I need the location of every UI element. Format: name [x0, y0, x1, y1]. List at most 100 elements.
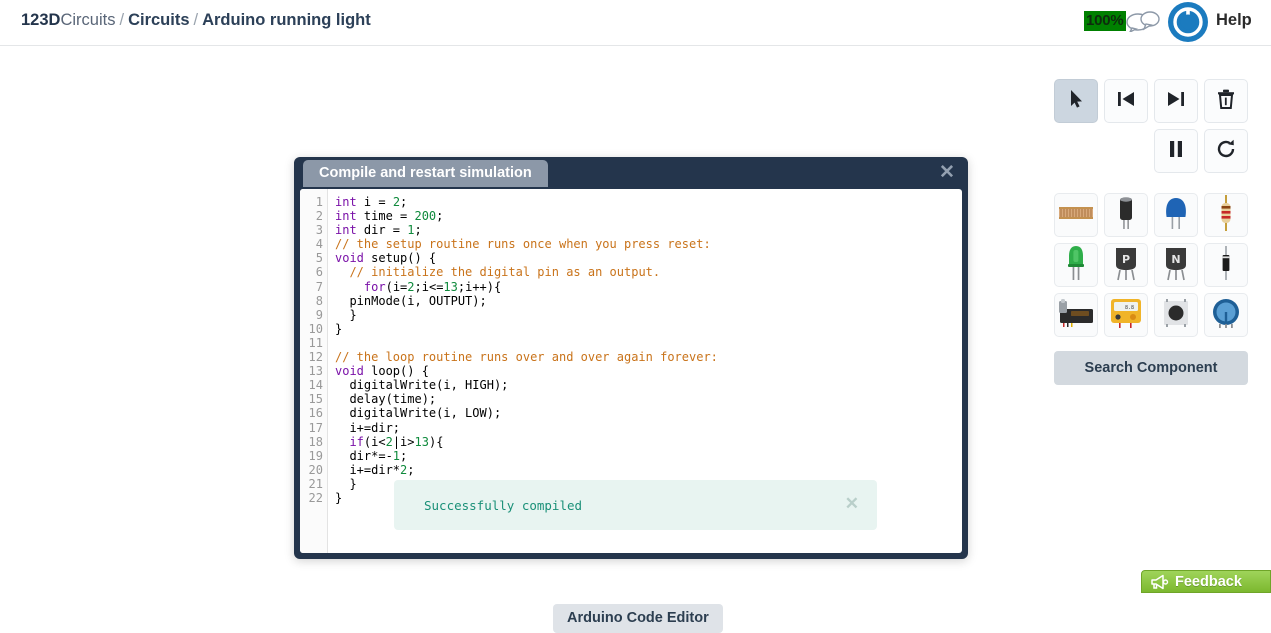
component-electrolytic-cap[interactable] [1104, 193, 1148, 237]
brand-123d: 123D [21, 11, 61, 29]
pause-icon [1168, 140, 1184, 163]
component-npn-transistor[interactable]: N [1154, 243, 1198, 287]
line-number: 13 [308, 364, 323, 379]
line-number: 7 [315, 279, 323, 294]
restart-button[interactable] [1204, 129, 1248, 173]
brand-circuits: Circuits [60, 11, 116, 29]
chat-bubbles-icon[interactable] [1126, 10, 1160, 34]
delete-button[interactable] [1204, 79, 1248, 123]
component-potentiometer[interactable] [1204, 293, 1248, 337]
code-line: int time = 200; [335, 209, 444, 224]
code-line: if(i<2|i>13){ [349, 434, 444, 449]
line-number: 4 [315, 237, 323, 252]
select-tool-button[interactable] [1054, 79, 1098, 123]
svg-text:N: N [1171, 253, 1180, 266]
code-line: // the loop routine runs over and over a… [335, 350, 718, 365]
search-component-button[interactable]: Search Component [1054, 351, 1248, 385]
svg-text:P: P [1122, 253, 1130, 266]
code-line: i+=dir*2; [335, 462, 415, 477]
line-number: 10 [308, 321, 323, 336]
megaphone-icon [1149, 574, 1169, 590]
code-line: } [335, 307, 357, 322]
code-line: int dir = 1; [335, 223, 422, 238]
multimeter-icon: 8.8 [1109, 297, 1143, 334]
close-icon[interactable]: ✕ [845, 494, 859, 514]
power-circle-logo[interactable] [1167, 1, 1209, 43]
trash-icon [1217, 89, 1235, 114]
line-number: 22 [308, 490, 323, 505]
line-number: 12 [308, 350, 323, 365]
led-icon [1066, 245, 1086, 286]
line-number: 2 [315, 209, 323, 224]
code-line: int i = 2; [335, 195, 408, 209]
line-number: 6 [315, 265, 323, 280]
code-line: } [335, 321, 343, 336]
skip-next-icon [1166, 90, 1186, 113]
line-number: 18 [308, 434, 323, 449]
line-number: 8 [315, 293, 323, 308]
feedback-label: Feedback [1175, 573, 1242, 590]
line-number: 17 [308, 420, 323, 435]
line-number-gutter: 1 2 3 4 5 6 7 8 9 10 11 12 13 14 15 16 17 18 19 20 21 22 [300, 189, 328, 553]
code-line: digitalWrite(i, LOW); [335, 406, 502, 421]
breadcrumb-separator-2: / [193, 11, 199, 29]
step-forward-button[interactable] [1154, 79, 1198, 123]
arduino-board-icon [1057, 298, 1095, 333]
svg-text:8.8: 8.8 [1125, 305, 1134, 311]
component-pushbutton[interactable] [1154, 293, 1198, 337]
line-number: 16 [308, 406, 323, 421]
code-line: void setup() { [335, 251, 437, 266]
zoom-level-badge: 100% [1084, 11, 1126, 31]
line-number: 3 [315, 223, 323, 238]
component-pnp-transistor[interactable]: P [1104, 243, 1148, 287]
line-number: 11 [308, 335, 323, 350]
arduino-code-editor-tab[interactable]: Arduino Code Editor [553, 604, 723, 633]
component-diode[interactable] [1204, 243, 1248, 287]
app-header: 123DCircuits / Circuits / Arduino running li… [0, 0, 1271, 46]
line-number: 21 [308, 476, 323, 491]
code-line: dir*=-1; [335, 448, 408, 463]
help-link[interactable]: Help [1216, 11, 1252, 30]
code-line: i+=dir; [335, 420, 401, 435]
compile-and-restart-button[interactable]: Compile and restart simulation [303, 160, 548, 187]
diode-icon [1220, 245, 1232, 285]
pnp-transistor-icon: P [1113, 245, 1139, 286]
component-arduino[interactable] [1054, 293, 1098, 337]
compile-status-message: Successfully compiled [424, 497, 583, 513]
code-line: void loop() { [335, 364, 429, 379]
code-line: // the setup routine runs once when you … [335, 237, 711, 252]
code-line: pinMode(i, OUTPUT); [335, 293, 487, 308]
line-number: 14 [308, 378, 323, 393]
line-number: 19 [308, 448, 323, 463]
breadcrumb: 123DCircuits / Circuits / Arduino running li… [21, 11, 371, 30]
line-number: 15 [308, 392, 323, 407]
modal-titlebar: Compile and restart simulation ✕ [294, 157, 968, 189]
refresh-icon [1216, 139, 1236, 164]
skip-previous-icon [1116, 90, 1136, 113]
code-line: delay(time); [335, 392, 437, 407]
line-number: 20 [308, 462, 323, 477]
code-editor-modal: Compile and restart simulation ✕ 1234567… [294, 157, 968, 559]
compile-status-toast: Successfully compiled ✕ [394, 480, 877, 530]
component-resistor[interactable] [1204, 193, 1248, 237]
ceramic-capacitor-icon [1163, 196, 1189, 235]
breadcrumb-current-project[interactable]: Arduino running light [202, 11, 371, 29]
code-line: digitalWrite(i, HIGH); [335, 378, 509, 393]
pushbutton-icon [1161, 298, 1191, 333]
line-number: 5 [315, 251, 323, 266]
line-number: 1 [315, 195, 323, 209]
feedback-button[interactable]: Feedback [1141, 570, 1271, 593]
close-icon[interactable]: ✕ [936, 162, 958, 184]
step-back-button[interactable] [1104, 79, 1148, 123]
code-line: // initialize the digital pin as an outp… [349, 265, 661, 280]
breadcrumb-separator-1: / [119, 11, 125, 29]
component-multimeter[interactable]: 8.8 [1104, 293, 1148, 337]
npn-transistor-icon: N [1163, 245, 1189, 286]
component-ceramic-cap[interactable] [1154, 193, 1198, 237]
breadboard-icon [1059, 205, 1093, 226]
component-led[interactable] [1054, 243, 1098, 287]
component-breadboard[interactable] [1054, 193, 1098, 237]
pause-button[interactable] [1154, 129, 1198, 173]
line-number: 9 [315, 307, 323, 322]
breadcrumb-circuits-link[interactable]: Circuits [128, 11, 189, 29]
